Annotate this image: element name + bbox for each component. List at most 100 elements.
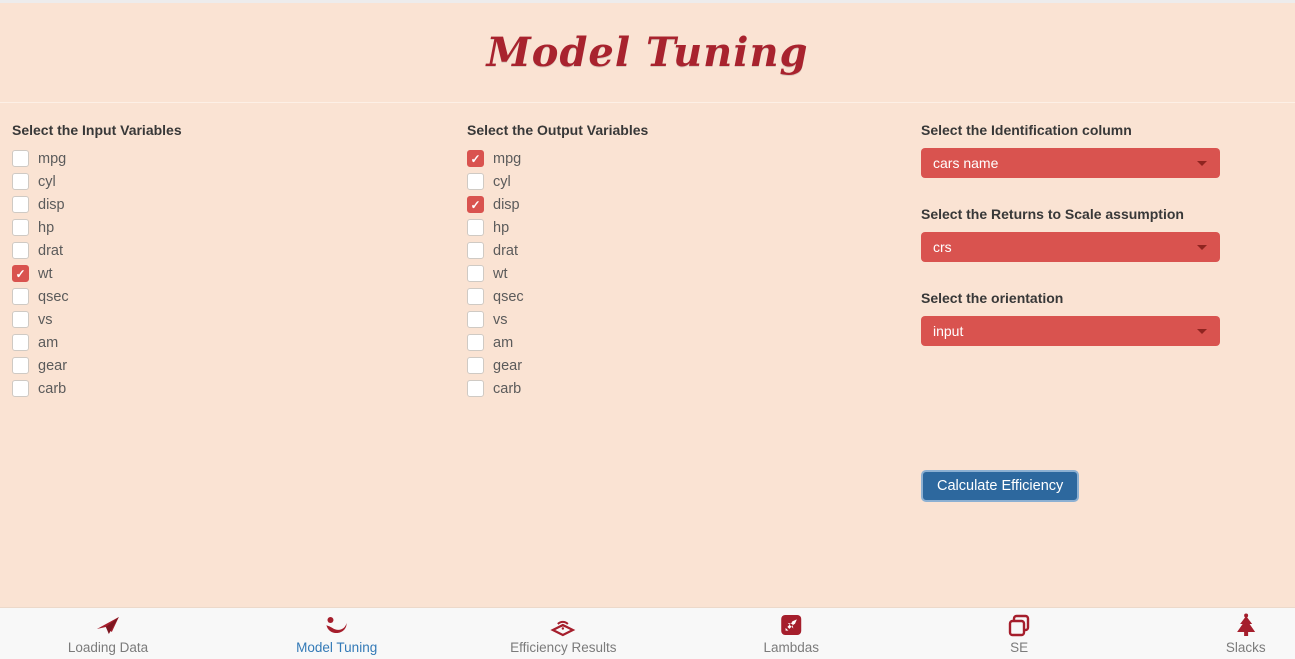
checkbox-item-input-gear[interactable]: gear bbox=[12, 354, 442, 377]
checkbox-item-output-drat[interactable]: drat bbox=[467, 239, 897, 262]
returns-to-scale-label: Select the Returns to Scale assumption bbox=[921, 205, 1220, 223]
nav-tab-efficiency-results[interactable]: Efficiency Results bbox=[510, 612, 616, 655]
identification-select[interactable]: cars name bbox=[921, 148, 1220, 178]
checkbox-item-output-am[interactable]: am bbox=[467, 331, 897, 354]
checkbox-label: vs bbox=[38, 312, 53, 328]
checkbox-unchecked[interactable] bbox=[467, 357, 484, 374]
returns-to-scale-select[interactable]: crs bbox=[921, 232, 1220, 262]
checkbox-label: mpg bbox=[493, 151, 521, 167]
checkbox-item-input-wt[interactable]: ✓ wt bbox=[12, 262, 442, 285]
checkbox-unchecked[interactable] bbox=[12, 311, 29, 328]
checkbox-unchecked[interactable] bbox=[467, 311, 484, 328]
checkbox-unchecked[interactable] bbox=[467, 242, 484, 259]
output-variables-checkbox-group: ✓ mpg cyl ✓ disp hp drat wt qsec vs am gear carb bbox=[467, 147, 897, 400]
returns-to-scale-select-value: crs bbox=[933, 239, 952, 255]
checkbox-item-output-disp[interactable]: ✓ disp bbox=[467, 193, 897, 216]
nav-tab-label: Efficiency Results bbox=[510, 640, 616, 655]
checkbox-unchecked[interactable] bbox=[467, 380, 484, 397]
orientation-select-value: input bbox=[933, 323, 963, 339]
lambdas-icon bbox=[778, 612, 804, 638]
nav-tab-se[interactable]: SE bbox=[1006, 612, 1032, 655]
page-title: Model Tuning bbox=[487, 29, 809, 76]
checkbox-label: am bbox=[493, 335, 513, 351]
checkbox-item-output-mpg[interactable]: ✓ mpg bbox=[467, 147, 897, 170]
chevron-down-icon bbox=[1197, 245, 1207, 250]
checkbox-label: carb bbox=[38, 381, 66, 397]
bottom-navbar: Loading Data Model Tuning Efficiency Resul… bbox=[0, 607, 1295, 659]
checkbox-label: wt bbox=[493, 266, 508, 282]
checkbox-label: am bbox=[38, 335, 58, 351]
checkbox-checked-icon[interactable]: ✓ bbox=[12, 265, 29, 282]
checkbox-unchecked[interactable] bbox=[467, 265, 484, 282]
checkbox-item-output-hp[interactable]: hp bbox=[467, 216, 897, 239]
checkbox-unchecked[interactable] bbox=[12, 196, 29, 213]
checkbox-checked-icon[interactable]: ✓ bbox=[467, 150, 484, 167]
checkbox-item-output-vs[interactable]: vs bbox=[467, 308, 897, 331]
orientation-group: Select the orientation input bbox=[921, 289, 1220, 346]
identification-group: Select the Identification column cars na… bbox=[921, 121, 1220, 178]
checkbox-label: qsec bbox=[38, 289, 69, 305]
nav-tab-label: Slacks bbox=[1226, 640, 1266, 655]
model-tuning-icon bbox=[324, 612, 350, 638]
checkbox-unchecked[interactable] bbox=[467, 219, 484, 236]
loading-data-icon bbox=[95, 612, 121, 638]
checkbox-label: hp bbox=[493, 220, 509, 236]
checkbox-unchecked[interactable] bbox=[12, 219, 29, 236]
orientation-label: Select the orientation bbox=[921, 289, 1220, 307]
checkbox-unchecked[interactable] bbox=[12, 150, 29, 167]
identification-select-value: cars name bbox=[933, 155, 998, 171]
checkbox-label: drat bbox=[493, 243, 518, 259]
checkbox-unchecked[interactable] bbox=[467, 288, 484, 305]
checkbox-unchecked[interactable] bbox=[12, 380, 29, 397]
checkbox-item-output-carb[interactable]: carb bbox=[467, 377, 897, 400]
checkbox-item-output-qsec[interactable]: qsec bbox=[467, 285, 897, 308]
input-variables-label: Select the Input Variables bbox=[12, 121, 442, 139]
checkbox-unchecked[interactable] bbox=[12, 334, 29, 351]
checkbox-unchecked[interactable] bbox=[12, 242, 29, 259]
checkbox-item-input-qsec[interactable]: qsec bbox=[12, 285, 442, 308]
checkbox-unchecked[interactable] bbox=[467, 173, 484, 190]
calculate-efficiency-button[interactable]: Calculate Efficiency bbox=[921, 470, 1079, 502]
checkbox-unchecked[interactable] bbox=[12, 357, 29, 374]
checkbox-unchecked[interactable] bbox=[12, 173, 29, 190]
output-variables-panel: Select the Output Variables ✓mpgcyl✓disp… bbox=[467, 121, 897, 400]
checkbox-item-input-disp[interactable]: disp bbox=[12, 193, 442, 216]
checkbox-item-input-drat[interactable]: drat bbox=[12, 239, 442, 262]
returns-to-scale-group: Select the Returns to Scale assumption c… bbox=[921, 205, 1220, 262]
checkbox-item-output-gear[interactable]: gear bbox=[467, 354, 897, 377]
checkbox-label: gear bbox=[38, 358, 67, 374]
checkbox-label: cyl bbox=[493, 174, 511, 190]
nav-tab-lambdas[interactable]: Lambdas bbox=[763, 612, 819, 655]
checkbox-item-output-cyl[interactable]: cyl bbox=[467, 170, 897, 193]
checkbox-checked-icon[interactable]: ✓ bbox=[467, 196, 484, 213]
se-icon bbox=[1006, 612, 1032, 638]
checkbox-item-input-cyl[interactable]: cyl bbox=[12, 170, 442, 193]
efficiency-results-icon bbox=[550, 612, 576, 638]
nav-tab-model-tuning[interactable]: Model Tuning bbox=[296, 612, 377, 655]
checkbox-item-input-hp[interactable]: hp bbox=[12, 216, 442, 239]
checkbox-label: vs bbox=[493, 312, 508, 328]
checkbox-unchecked[interactable] bbox=[467, 334, 484, 351]
checkbox-label: mpg bbox=[38, 151, 66, 167]
orientation-select[interactable]: input bbox=[921, 316, 1220, 346]
slacks-icon bbox=[1233, 612, 1259, 638]
nav-tab-loading-data[interactable]: Loading Data bbox=[68, 612, 148, 655]
checkbox-unchecked[interactable] bbox=[12, 288, 29, 305]
nav-tab-slacks[interactable]: Slacks bbox=[1226, 612, 1266, 655]
controls-panel: Select the Identification column cars na… bbox=[921, 121, 1220, 502]
checkbox-item-input-vs[interactable]: vs bbox=[12, 308, 442, 331]
checkbox-item-input-am[interactable]: am bbox=[12, 331, 442, 354]
checkbox-label: carb bbox=[493, 381, 521, 397]
checkbox-item-input-carb[interactable]: carb bbox=[12, 377, 442, 400]
nav-tab-label: Loading Data bbox=[68, 640, 148, 655]
checkbox-label: gear bbox=[493, 358, 522, 374]
page-header: Model Tuning bbox=[0, 3, 1295, 103]
checkbox-label: wt bbox=[38, 266, 53, 282]
checkbox-label: disp bbox=[493, 197, 520, 213]
checkbox-item-output-wt[interactable]: wt bbox=[467, 262, 897, 285]
chevron-down-icon bbox=[1197, 329, 1207, 334]
checkbox-item-input-mpg[interactable]: mpg bbox=[12, 147, 442, 170]
chevron-down-icon bbox=[1197, 161, 1207, 166]
checkbox-label: hp bbox=[38, 220, 54, 236]
checkbox-label: disp bbox=[38, 197, 65, 213]
